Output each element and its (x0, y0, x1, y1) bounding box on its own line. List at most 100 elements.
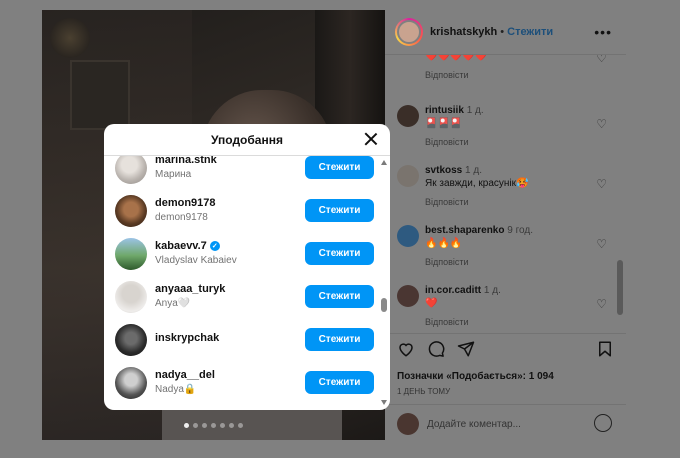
scroll-down-icon[interactable] (381, 400, 387, 405)
emoji-icon[interactable] (594, 414, 612, 432)
likes-list: marina.stnk Марина Стежити demon9178 dem… (104, 156, 384, 410)
add-comment-bar (385, 404, 626, 441)
follow-button[interactable]: Стежити (305, 328, 374, 351)
comment-input[interactable] (427, 415, 577, 433)
user-avatar[interactable] (115, 367, 147, 399)
more-options-icon[interactable]: ••• (594, 24, 612, 40)
commenter-username[interactable]: in.cor.caditt (425, 285, 481, 296)
post-side-panel: krishatskykh • Стежити ••• ❤️❤️❤️❤️❤️ Ві… (385, 10, 626, 440)
post-date: 1 ДЕНЬ ТОМУ (397, 387, 451, 396)
like-comment-icon[interactable]: ♡ (596, 177, 607, 191)
reply-link[interactable]: Відповісти (425, 317, 607, 327)
list-item: demon9178 demon9178 Стежити (104, 189, 374, 232)
modal-header: Уподобання (104, 124, 390, 156)
commenter-avatar[interactable] (397, 285, 419, 307)
carousel-dot[interactable] (220, 423, 225, 428)
comment-item: svtkoss 1 д. Як завжди, красунік🥵 Відпов… (397, 165, 607, 207)
likes-modal: Уподобання marina.stnk Марина Стежити de… (104, 124, 390, 410)
comment-item: rintusiik 1 д. 🎴🎴🎴 Відповісти ♡ (397, 105, 607, 147)
carousel-dot[interactable] (211, 423, 216, 428)
username[interactable]: demon9178 (155, 197, 216, 209)
comment-time: 1 д. (465, 165, 482, 176)
follow-button[interactable]: Стежити (305, 371, 374, 394)
list-item: inskrypchak Стежити (104, 318, 374, 361)
reply-link[interactable]: Відповісти (425, 70, 607, 80)
follow-button[interactable]: Стежити (305, 199, 374, 222)
commenter-username[interactable]: svtkoss (425, 165, 462, 176)
follow-button[interactable]: Стежити (305, 156, 374, 179)
like-comment-icon[interactable]: ♡ (596, 117, 607, 131)
comment-icon[interactable] (427, 340, 445, 358)
full-name: Nadya🔒 (155, 384, 197, 395)
user-avatar[interactable] (115, 324, 147, 356)
share-icon[interactable] (457, 340, 475, 358)
commenter-avatar[interactable] (397, 225, 419, 247)
list-item (104, 404, 374, 410)
username[interactable]: anyaaa_turyk (155, 283, 225, 295)
reply-link[interactable]: Відповісти (425, 137, 607, 147)
current-user-avatar (397, 413, 419, 435)
username[interactable]: inskrypchak (155, 332, 219, 344)
comment-item: best.shaparenko 9 год. 🔥🔥🔥 Відповісти ♡ (397, 225, 607, 267)
close-icon[interactable] (362, 130, 380, 148)
modal-title: Уподобання (211, 132, 283, 147)
like-comment-icon[interactable]: ♡ (596, 55, 607, 65)
owner-username[interactable]: krishatskykh (430, 26, 497, 38)
heart-icon[interactable] (397, 340, 415, 358)
comment-time: 9 год. (507, 225, 533, 236)
full-name: demon9178 (155, 212, 208, 223)
list-item: anyaaa_turyk Anya🤍 Стежити (104, 275, 374, 318)
user-avatar[interactable] (115, 156, 147, 184)
like-comment-icon[interactable]: ♡ (596, 297, 607, 311)
user-avatar[interactable] (115, 195, 147, 227)
list-item: kabaevv.7 ✓ Vladyslav Kabaiev Стежити (104, 232, 374, 275)
user-avatar[interactable] (115, 281, 147, 313)
photo-frame (70, 60, 130, 130)
username[interactable]: marina.stnk (155, 156, 217, 166)
comments-scrollbar[interactable] (617, 260, 623, 315)
comment-item: ❤️❤️❤️❤️❤️ Відповісти ♡ (397, 55, 607, 80)
carousel-dot[interactable] (229, 423, 234, 428)
bookmark-icon[interactable] (596, 340, 614, 358)
list-item: marina.stnk Марина Стежити (104, 156, 374, 189)
commenter-avatar[interactable] (397, 165, 419, 187)
reply-link[interactable]: Відповісти (425, 197, 607, 207)
comment-time: 1 д. (466, 105, 484, 116)
commenter-username[interactable]: best.shaparenko (425, 225, 504, 236)
separator: • (500, 26, 505, 38)
carousel-dot[interactable] (238, 423, 243, 428)
carousel-dot[interactable] (184, 423, 189, 428)
follow-button[interactable]: Стежити (305, 242, 374, 265)
verified-badge-icon: ✓ (209, 241, 220, 251)
comment-text: ❤️❤️❤️❤️❤️ (425, 55, 488, 62)
like-comment-icon[interactable]: ♡ (596, 237, 607, 251)
photo-lamp (50, 18, 90, 58)
carousel-dots (42, 423, 385, 428)
scroll-up-icon[interactable] (381, 160, 387, 165)
scroll-thumb[interactable] (381, 298, 387, 312)
post-header: krishatskykh • Стежити ••• (385, 10, 626, 55)
reply-link[interactable]: Відповісти (425, 257, 607, 267)
user-avatar[interactable] (115, 238, 147, 270)
full-name: Anya🤍 (155, 298, 191, 309)
likes-count[interactable]: Позначки «Подобається»: 1 094 (397, 371, 554, 382)
full-name: Vladyslav Kabaiev (155, 255, 237, 266)
owner-avatar[interactable] (395, 18, 423, 46)
comment-text: 🎴🎴🎴 (425, 118, 463, 129)
comment-text: Як завжди, красунік🥵 (425, 178, 529, 189)
username[interactable]: kabaevv.7 (155, 240, 207, 252)
commenter-avatar[interactable] (397, 105, 419, 127)
carousel-dot[interactable] (193, 423, 198, 428)
username[interactable]: nadya__del (155, 369, 215, 381)
follow-link[interactable]: Стежити (507, 26, 553, 38)
modal-scrollbar[interactable] (380, 156, 388, 410)
carousel-dot[interactable] (202, 423, 207, 428)
full-name: Марина (155, 169, 192, 180)
list-item: nadya__del Nadya🔒 Стежити (104, 361, 374, 404)
commenter-username[interactable]: rintusiik (425, 105, 464, 116)
comment-time: 1 д. (483, 285, 501, 296)
comment-text: ❤️ (425, 298, 438, 309)
follow-button[interactable]: Стежити (305, 285, 374, 308)
comment-text: 🔥🔥🔥 (425, 238, 463, 249)
comment-item: in.cor.caditt 1 д. ❤️ Відповісти ♡ (397, 285, 607, 327)
